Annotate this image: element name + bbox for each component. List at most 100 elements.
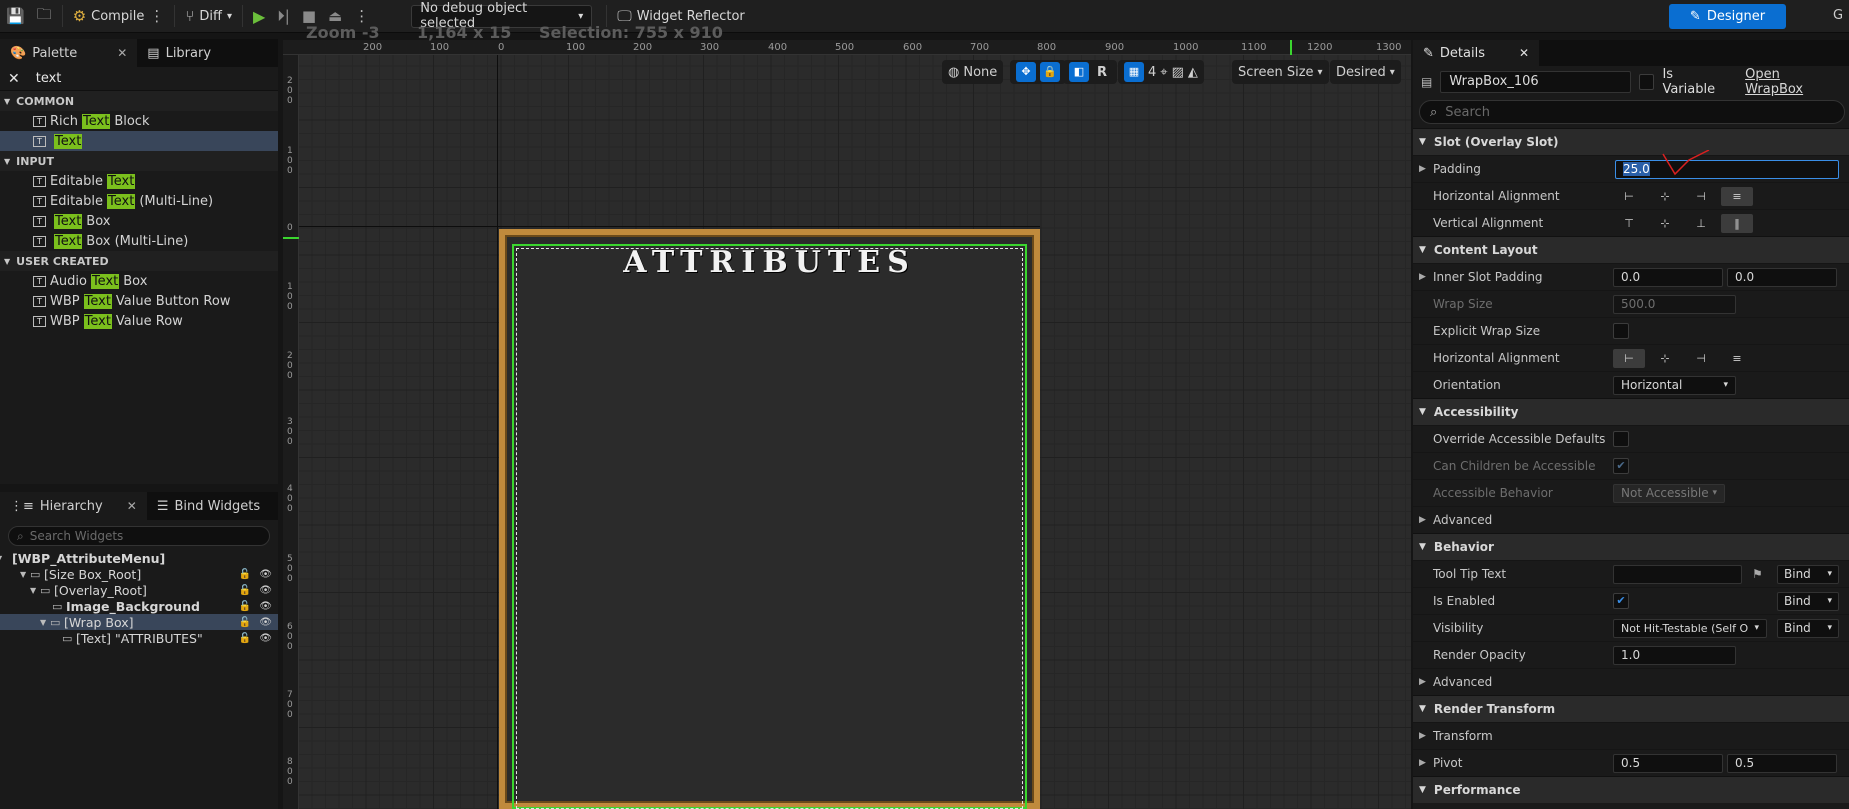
palette-category[interactable]: ▼ INPUT — [0, 151, 278, 171]
chevron-down-icon[interactable]: ▼ — [0, 554, 2, 563]
grid-controls[interactable]: ▦ 4 ⌖ ▨ ◭ — [1118, 60, 1204, 84]
palette-search[interactable]: ✕ text — [0, 67, 278, 91]
tree-item[interactable]: ▼ ▭ [Wrap Box] 🔓 👁 — [0, 614, 278, 630]
widget-name-input[interactable]: WrapBox_106 — [1440, 71, 1631, 93]
align-right-icon[interactable]: ⊣ — [1685, 187, 1717, 206]
align-fill-icon[interactable]: ≡ — [1721, 186, 1753, 206]
chevron-down-icon[interactable]: ▼ — [20, 570, 26, 579]
chevron-down-icon[interactable]: ▼ — [30, 586, 36, 595]
chevron-right-icon[interactable]: ▶ — [1419, 515, 1426, 525]
orientation-dropdown[interactable]: Horizontal ▾ — [1613, 375, 1736, 395]
save-button[interactable]: 💾 — [0, 0, 31, 33]
align-right-icon[interactable]: ⊣ — [1685, 349, 1717, 368]
palette-item[interactable]: T Text Box — [0, 211, 278, 231]
align-left-icon[interactable]: ⊢ — [1613, 348, 1645, 368]
align-vfill-icon[interactable]: ‖ — [1721, 213, 1753, 233]
close-icon[interactable]: ✕ — [117, 46, 127, 60]
section-slot[interactable]: ▼ Slot (Overlay Slot) — [1413, 128, 1849, 155]
explicit-wrap-checkbox[interactable] — [1613, 323, 1629, 339]
attributes-title[interactable]: ATTRIBUTES — [499, 245, 1040, 280]
eye-icon[interactable]: 👁 — [259, 633, 272, 644]
browse-button[interactable]: 🗀 — [31, 0, 58, 33]
lock-icon[interactable]: 🔓 — [239, 617, 251, 628]
grid-snap-value[interactable]: 4 — [1148, 65, 1156, 80]
lock-icon[interactable]: 🔓 — [239, 633, 251, 644]
is-enabled-bind-button[interactable]: Bind ▾ — [1777, 591, 1839, 611]
details-search-input[interactable]: Search — [1445, 105, 1490, 120]
inner-padding-y-input[interactable]: 0.0 — [1727, 267, 1837, 287]
tree-item[interactable]: ▼ ▭ [Size Box_Root] 🔓 👁 — [0, 566, 278, 582]
visibility-bind-button[interactable]: Bind ▾ — [1777, 618, 1839, 638]
palette-category[interactable]: ▼ USER CREATED — [0, 251, 278, 271]
tab-palette[interactable]: 🎨 Palette ✕ — [0, 39, 138, 67]
respect-lock-controls[interactable]: ◧ R — [1063, 60, 1118, 84]
hierarchy-search[interactable]: ⌕ Search Widgets — [8, 526, 270, 546]
eye-icon[interactable]: 👁 — [259, 585, 272, 596]
hierarchy-search-input[interactable]: Search Widgets — [30, 529, 124, 543]
chevron-right-icon[interactable]: ▶ — [1419, 272, 1426, 282]
tooltip-bind-button[interactable]: Bind ▾ — [1777, 564, 1839, 584]
step-button[interactable]: ⏵| — [271, 0, 296, 33]
chevron-right-icon[interactable]: ▶ — [1419, 731, 1426, 741]
chevron-down-icon[interactable]: ▼ — [40, 618, 46, 627]
cursor-icon[interactable]: ⌖ — [1160, 65, 1167, 80]
eye-icon[interactable]: 👁 — [259, 617, 272, 628]
palette-category[interactable]: ▼ COMMON — [0, 91, 278, 111]
tree-item[interactable]: ▭ [Text] "ATTRIBUTES" 🔓 👁 — [0, 630, 278, 646]
eye-icon[interactable]: 👁 — [259, 569, 272, 580]
tree-item[interactable]: ▼ ▭ [Overlay_Root] 🔓 👁 — [0, 582, 278, 598]
prop-advanced[interactable]: ▶ Advanced — [1413, 506, 1849, 533]
r-label[interactable]: R — [1093, 65, 1111, 80]
section-performance[interactable]: ▼ Performance — [1413, 776, 1849, 803]
grid-icon[interactable]: ▦ — [1124, 62, 1144, 82]
mirror-icon[interactable]: ◭ — [1188, 65, 1198, 80]
chevron-right-icon[interactable]: ▶ — [1419, 677, 1426, 687]
lock-icon[interactable]: 🔓 — [239, 601, 251, 612]
tab-details[interactable]: ✎ Details ✕ — [1413, 40, 1540, 66]
align-fill-icon[interactable]: ≡ — [1721, 349, 1753, 368]
palette-item[interactable]: T WBP Text Value Row — [0, 311, 278, 331]
tab-hierarchy[interactable]: ⋮≡ Hierarchy ✕ — [0, 492, 147, 520]
chevron-right-icon[interactable]: ▶ — [1419, 164, 1426, 174]
fill-mode-dropdown[interactable]: Desired ▾ — [1330, 60, 1401, 84]
align-middle-icon[interactable]: ⊹ — [1649, 214, 1681, 233]
play-button[interactable]: ▶ — [247, 0, 271, 33]
lock-icon[interactable]: 🔓 — [239, 569, 251, 580]
chevron-right-icon[interactable]: ▶ — [1419, 758, 1426, 768]
region-icon[interactable]: ◧ — [1069, 62, 1089, 82]
pivot-y-input[interactable]: 0.5 — [1727, 753, 1837, 773]
screen-size-dropdown[interactable]: Screen Size ▾ — [1232, 60, 1329, 84]
palette-item[interactable]: T Text — [0, 131, 278, 151]
inner-padding-x-input[interactable]: 0.0 — [1613, 267, 1723, 287]
clear-search-icon[interactable]: ✕ — [8, 71, 20, 87]
is-variable-checkbox[interactable] — [1638, 74, 1655, 90]
is-enabled-checkbox[interactable]: ✔ — [1613, 593, 1629, 609]
open-wrapbox-link[interactable]: Open WrapBox — [1745, 67, 1841, 97]
flag-icon[interactable]: ⚑ — [1752, 567, 1763, 581]
align-left-icon[interactable]: ⊢ — [1613, 187, 1645, 206]
palette-item[interactable]: T Editable Text — [0, 171, 278, 191]
move-icon[interactable]: ✥ — [1016, 62, 1036, 82]
align-top-icon[interactable]: ⊤ — [1613, 214, 1645, 233]
designer-mode-button[interactable]: ✎ Designer — [1669, 4, 1786, 29]
visibility-dropdown[interactable]: Not Hit-Testable (Self O ▾ — [1613, 618, 1767, 638]
pivot-x-input[interactable]: 0.5 — [1613, 753, 1723, 773]
palette-item[interactable]: T Text Box (Multi-Line) — [0, 231, 278, 251]
section-accessibility[interactable]: ▼ Accessibility — [1413, 398, 1849, 425]
section-content-layout[interactable]: ▼ Content Layout — [1413, 236, 1849, 263]
tab-library[interactable]: ▤ Library — [137, 39, 221, 67]
opacity-input[interactable]: 1.0 — [1613, 645, 1736, 665]
palette-item[interactable]: T Audio Text Box — [0, 271, 278, 291]
align-center-icon[interactable]: ⊹ — [1649, 349, 1681, 368]
lock-icon[interactable]: 🔒 — [1040, 62, 1060, 82]
palette-item[interactable]: T WBP Text Value Button Row — [0, 291, 278, 311]
override-checkbox[interactable] — [1613, 431, 1629, 447]
palette-search-input[interactable]: text — [36, 71, 62, 86]
tab-bind-widgets[interactable]: ☰ Bind Widgets — [147, 492, 270, 520]
padding-input[interactable]: 25.0 — [1615, 159, 1839, 179]
image-icon[interactable]: ▨ — [1172, 65, 1184, 80]
details-search[interactable]: ⌕ Search — [1419, 100, 1845, 124]
palette-item[interactable]: T Editable Text (Multi-Line) — [0, 191, 278, 211]
palette-item[interactable]: T Rich Text Block — [0, 111, 278, 131]
compile-options-icon[interactable]: ⋮ — [149, 7, 164, 25]
